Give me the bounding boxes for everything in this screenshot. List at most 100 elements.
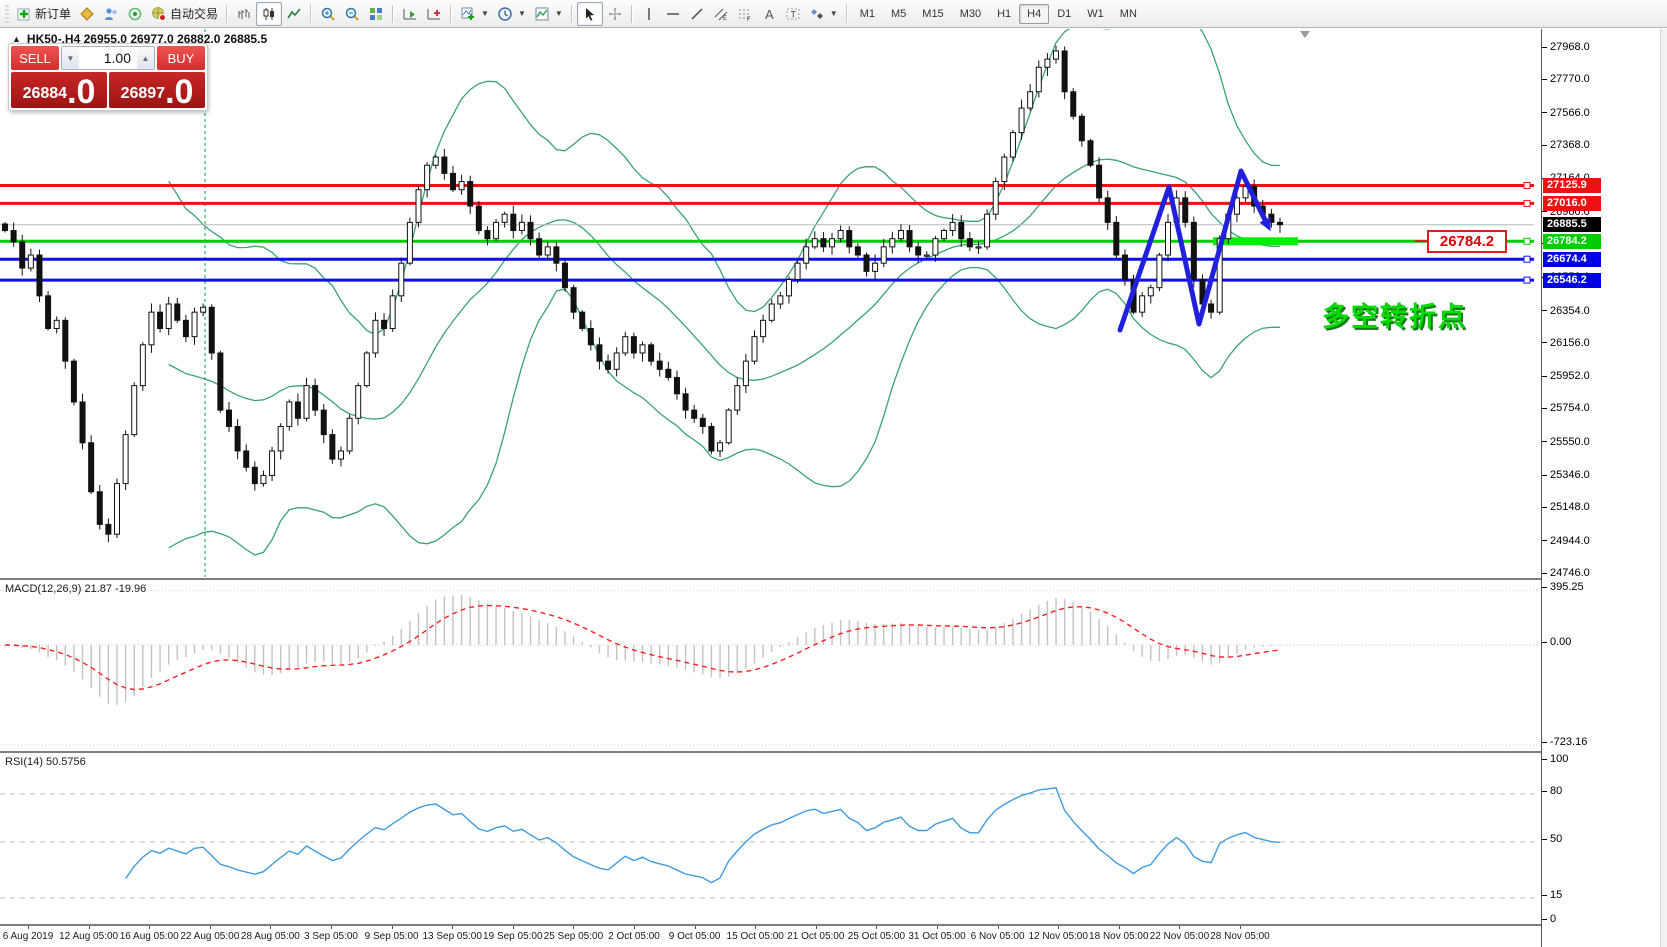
timeframe-m15-button[interactable]: M15 (914, 4, 951, 24)
experts-button[interactable] (99, 3, 123, 25)
candlestick-chart-canvas[interactable] (0, 29, 1541, 577)
tick-value: 26354.0 (1550, 304, 1590, 317)
periods-dropdown-icon[interactable]: ▼ (518, 9, 526, 18)
equidistant-channel-button[interactable]: E (709, 3, 733, 25)
timeframe-h1-button[interactable]: H1 (989, 4, 1019, 24)
candle-down (251, 466, 258, 485)
price-label-annotation[interactable]: 26784.2 (1427, 230, 1507, 253)
arrows-button[interactable]: ▼ (805, 3, 842, 25)
toolbar-separator (310, 4, 313, 23)
trendline-button[interactable] (685, 3, 709, 25)
bar-chart-button[interactable] (232, 3, 256, 25)
price-axis[interactable]: 27968.027770.027566.027368.027164.026960… (1541, 29, 1667, 947)
sell-price-display[interactable]: 26884.0 (11, 72, 107, 109)
volume-input[interactable]: 1.00 (79, 47, 137, 69)
candle-up (139, 344, 146, 387)
candle-down (243, 450, 250, 468)
tick-value: 395.25 (1550, 581, 1584, 594)
candle-up (27, 254, 34, 269)
time-axis[interactable]: 6 Aug 2019 12 Aug 05:00 16 Aug 05:00 22 Aug… (0, 924, 1541, 947)
buy-price-display[interactable]: 26897.0 (109, 72, 205, 109)
price-level-label: 26546.2 (1543, 272, 1601, 288)
candle-down (467, 181, 474, 207)
timeframe-m30-button[interactable]: M30 (952, 4, 989, 24)
toolbar-separator (630, 4, 633, 23)
new-chart-dropdown-icon[interactable]: ▼ (481, 9, 489, 18)
toolbar: 新订单 自动交易 ▼ ▼ ▼ E F A T ▼ M1 M5 M15 M30 H1 H4 D1 W1 MN (0, 0, 1667, 28)
channel-icon: E (714, 8, 728, 22)
new-order-button[interactable]: 新订单 (12, 3, 75, 25)
timeframe-m5-button[interactable]: M5 (883, 4, 914, 24)
autotrading-button[interactable]: 自动交易 (147, 3, 222, 25)
tick-value: 50 (1550, 833, 1563, 845)
horizontal-line-button[interactable] (661, 3, 685, 25)
candle-up (768, 303, 775, 321)
macd-panel[interactable]: MACD(12,26,9) 21.87 -19.96 (0, 578, 1541, 751)
chart-shift-marker[interactable] (1300, 31, 1310, 38)
candle-down (105, 523, 112, 535)
line-endpoint-marker[interactable] (1523, 199, 1531, 207)
new-chart-button[interactable]: ▼ (456, 3, 493, 25)
timeframe-d1-button[interactable]: D1 (1049, 4, 1079, 24)
toolbar-separator (845, 4, 848, 23)
timeframe-mn-button[interactable]: MN (1112, 4, 1145, 24)
buy-button[interactable]: BUY (157, 46, 205, 70)
fibonacci-button[interactable]: F (733, 3, 757, 25)
timeframe-w1-button[interactable]: W1 (1079, 4, 1112, 24)
chart-shift-button[interactable] (422, 3, 446, 25)
volume-control: ▼ 1.00 ▲ (61, 46, 155, 70)
line-chart-button[interactable] (282, 3, 306, 25)
turning-point-annotation[interactable]: 多空转折点 (1322, 295, 1467, 334)
candle-up (785, 279, 792, 297)
volume-decrease-button[interactable]: ▼ (62, 47, 79, 69)
cursor-button[interactable] (576, 1, 603, 26)
line-endpoint-marker[interactable] (1523, 255, 1531, 263)
tile-windows-button[interactable] (364, 3, 388, 25)
zoom-out-button[interactable] (340, 3, 364, 25)
tick-value: 25952.0 (1550, 370, 1590, 383)
zoom-in-button[interactable] (316, 3, 340, 25)
volume-increase-button[interactable]: ▲ (137, 47, 154, 69)
auto-scroll-button[interactable] (398, 3, 422, 25)
market-history-button[interactable] (75, 3, 99, 25)
text-button[interactable]: A (757, 3, 781, 25)
timeframe-h4-button[interactable]: H4 (1019, 3, 1050, 24)
candle-up (829, 238, 836, 248)
tick-value: 0 (1550, 913, 1557, 925)
periods-button[interactable]: ▼ (493, 3, 530, 25)
tick-mark (1542, 790, 1547, 792)
candle-up (518, 221, 525, 232)
time-axis-tick (270, 926, 272, 929)
time-axis-tick (815, 926, 817, 929)
line-endpoint-marker[interactable] (1523, 181, 1531, 189)
candle-up (734, 385, 741, 411)
indicators-dropdown-icon[interactable]: ▼ (555, 9, 563, 18)
arrows-dropdown-icon[interactable]: ▼ (830, 9, 838, 18)
candle-up (363, 352, 370, 387)
text-a-icon: A (765, 7, 774, 22)
macd-axis-tick: -723.16 (1542, 736, 1587, 748)
indicators-button[interactable]: ▼ (530, 3, 567, 25)
sell-button[interactable]: SELL (11, 46, 59, 70)
candle-up (1044, 58, 1051, 68)
signals-button[interactable] (123, 3, 147, 25)
tick-mark (1542, 342, 1547, 344)
timeframe-m1-button[interactable]: M1 (852, 4, 883, 24)
time-axis-label: 22 Aug 05:00 (180, 931, 240, 942)
time-axis-tick (634, 926, 635, 929)
vertical-line-button[interactable] (637, 3, 661, 25)
rsi-panel[interactable]: RSI(14) 50.5756 (0, 751, 1541, 924)
bollinger-upper-band (168, 29, 1281, 336)
candle-up (1035, 66, 1042, 93)
line-endpoint-marker[interactable] (1523, 237, 1531, 245)
text-label-button[interactable]: T (781, 3, 805, 25)
candle-down (70, 360, 77, 403)
candlestick-chart-button[interactable] (256, 1, 283, 26)
tile-icon (370, 7, 383, 20)
line-endpoint-marker[interactable] (1523, 276, 1531, 284)
crosshair-button[interactable] (603, 3, 627, 25)
candle-up (277, 425, 284, 452)
zoom-in-icon (321, 7, 335, 21)
tick-mark (1542, 741, 1547, 743)
main-chart-panel[interactable]: ▲ HK50-,H4 26955.0 26977.0 26882.0 26885… (0, 29, 1541, 577)
